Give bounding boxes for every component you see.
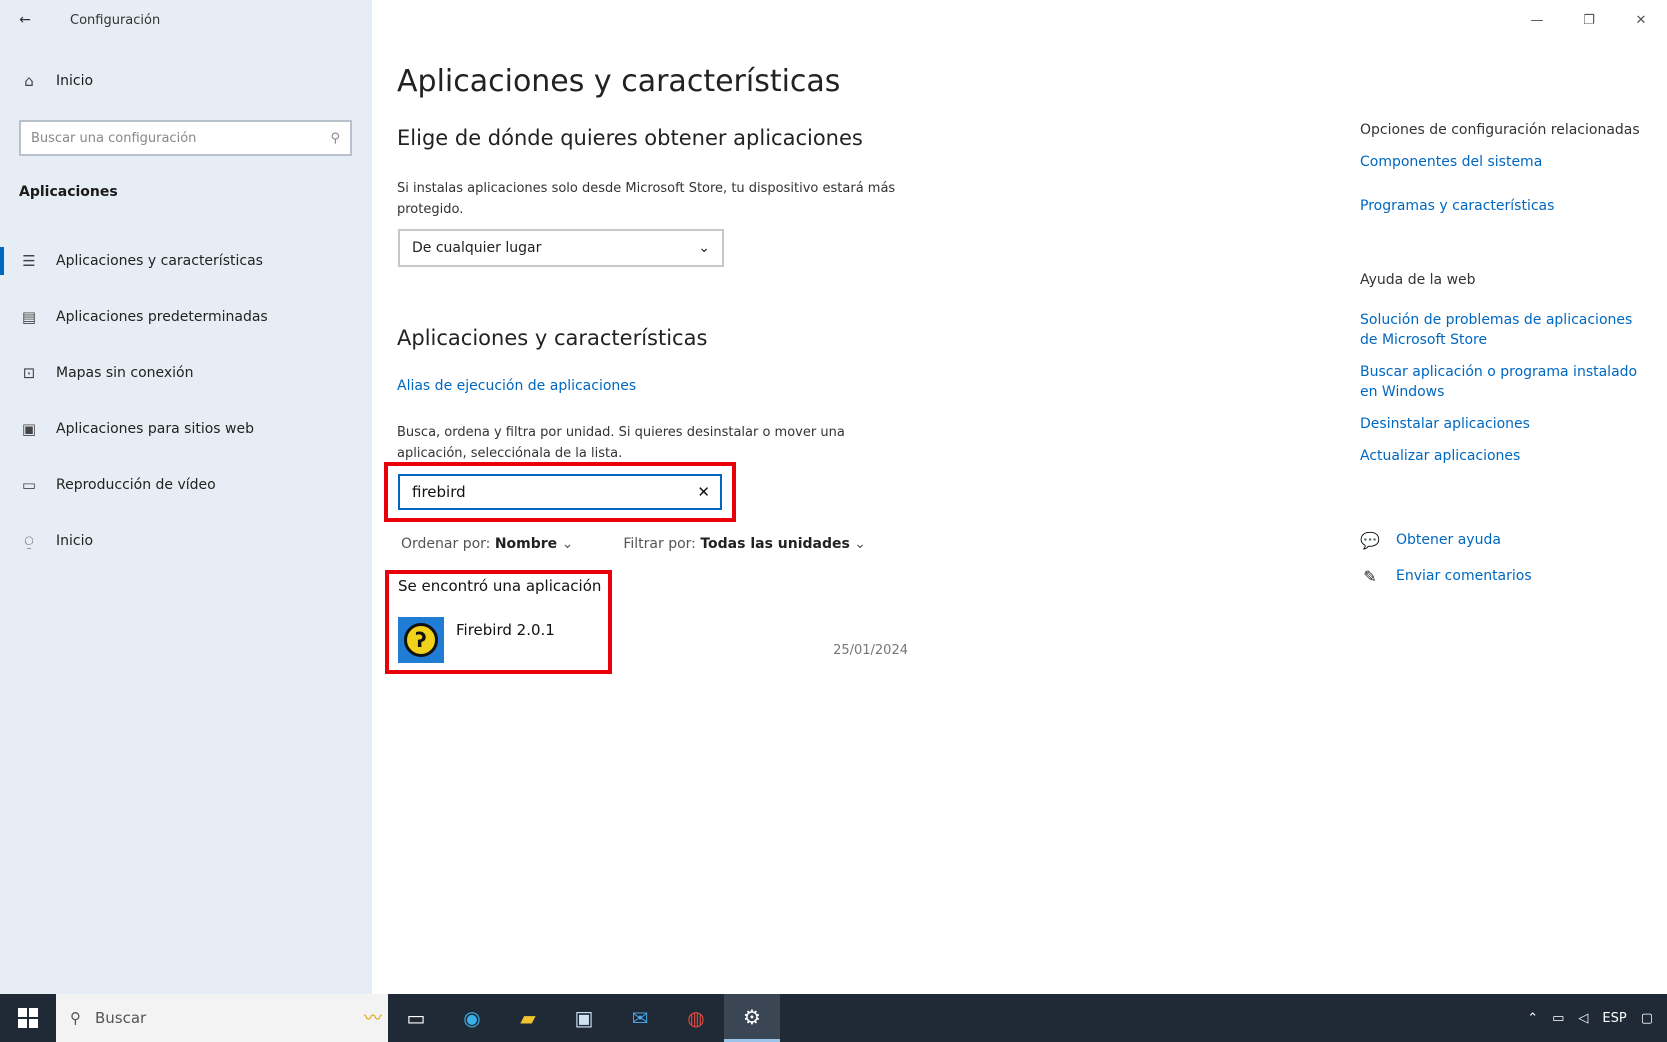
app-name: Firebird 2.0.1 (456, 621, 555, 639)
sort-filter-row: Ordenar por: Nombre ⌄ Filtrar por: Todas… (401, 536, 866, 552)
system-components-link[interactable]: Componentes del sistema (1360, 152, 1650, 172)
clear-search-icon[interactable]: ✕ (697, 483, 710, 501)
app-source-dropdown[interactable]: De cualquier lugar ⌄ (398, 229, 724, 267)
store-icon[interactable]: ▣ (556, 994, 612, 1042)
chevron-up-icon[interactable]: ⌃ (1527, 1011, 1538, 1026)
app-date: 25/01/2024 (833, 643, 908, 658)
sidebar-item-label: Mapas sin conexión (56, 365, 194, 381)
filter-dropdown[interactable]: Filtrar por: Todas las unidades ⌄ (623, 536, 866, 552)
feedback-label: Enviar comentarios (1396, 568, 1532, 584)
chevron-down-icon: ⌄ (698, 240, 710, 256)
sidebar-item-apps-features[interactable]: ☰ Aplicaciones y características (0, 233, 372, 289)
source-description: Si instalas aplicaciones solo desde Micr… (397, 181, 896, 217)
web-help-link-update[interactable]: Actualizar aplicaciones (1360, 446, 1650, 466)
window-title: Configuración (70, 12, 161, 28)
app-search-value: firebird (412, 483, 466, 501)
chevron-down-icon: ⌄ (854, 536, 867, 552)
sort-label: Ordenar por: (401, 536, 491, 552)
volume-icon[interactable]: ◁ (1578, 1011, 1588, 1026)
sidebar-item-label: Inicio (56, 533, 94, 549)
settings-icon[interactable]: ⚙ (724, 994, 780, 1042)
app-search-input[interactable]: firebird ✕ (398, 474, 722, 510)
web-help-link-uninstall[interactable]: Desinstalar aplicaciones (1360, 414, 1650, 434)
sort-dropdown[interactable]: Ordenar por: Nombre ⌄ (401, 536, 573, 552)
close-button[interactable]: ✕ (1615, 0, 1667, 40)
apps-heading: Aplicaciones y características (397, 326, 708, 350)
home-link[interactable]: ⌂ Inicio (20, 72, 93, 90)
sidebar-item-default-apps[interactable]: ▤ Aplicaciones predeterminadas (0, 289, 372, 345)
default-apps-icon: ▤ (21, 308, 37, 326)
system-tray: ⌃ ▭ ◁ ESP ▢ (1527, 1011, 1667, 1026)
maximize-icon: ❐ (1583, 12, 1595, 28)
get-help-link[interactable]: 💬 Obtener ayuda (1360, 530, 1650, 550)
sidebar-item-offline-maps[interactable]: ⊡ Mapas sin conexión (0, 345, 372, 401)
sidebar-item-label: Aplicaciones predeterminadas (56, 309, 268, 325)
file-explorer-icon[interactable]: ▰ (500, 994, 556, 1042)
feedback-icon: ✎ (1363, 566, 1377, 586)
sidebar-nav: ☰ Aplicaciones y características ▤ Aplic… (0, 233, 372, 569)
filter-value: Todas las unidades (700, 536, 850, 552)
sidebar-item-websites-apps[interactable]: ▣ Aplicaciones para sitios web (0, 401, 372, 457)
chat-help-icon: 💬 (1360, 530, 1380, 550)
sidebar-item-startup[interactable]: ⍜ Inicio (0, 513, 372, 569)
feedback-link[interactable]: ✎ Enviar comentarios (1360, 566, 1650, 586)
page-title: Aplicaciones y características (397, 64, 841, 99)
taskbar-search[interactable]: ⚲ Buscar 〰 (56, 994, 388, 1042)
apps-list-icon: ☰ (22, 252, 36, 270)
task-view-icon[interactable]: ▭ (388, 994, 444, 1042)
close-icon: ✕ (1635, 12, 1647, 28)
get-help-label: Obtener ayuda (1396, 532, 1501, 548)
network-icon[interactable]: ▭ (1552, 1011, 1564, 1026)
windows-logo-icon (18, 1008, 38, 1028)
start-button[interactable] (0, 994, 56, 1042)
web-help-link-store[interactable]: Solución de problemas de aplicaciones de… (1360, 310, 1650, 350)
minimize-icon: — (1530, 12, 1544, 28)
sidebar-item-label: Reproducción de vídeo (56, 477, 216, 493)
sidebar-item-label: Aplicaciones para sitios web (56, 421, 254, 437)
result-count: Se encontró una aplicación (398, 577, 602, 595)
firebird-app-icon: ʔ (398, 617, 444, 663)
sidebar-section-title: Aplicaciones (19, 184, 118, 200)
dropdown-value: De cualquier lugar (412, 240, 542, 256)
language-indicator[interactable]: ESP (1602, 1011, 1626, 1026)
sidebar: ← Configuración ⌂ Inicio Buscar una conf… (0, 0, 372, 994)
chevron-down-icon: ⌄ (561, 536, 574, 552)
websites-apps-icon: ▣ (21, 420, 37, 438)
search-icon: ⚲ (70, 1009, 81, 1027)
settings-search-input[interactable]: Buscar una configuración ⚲ (19, 120, 352, 156)
settings-search-placeholder: Buscar una configuración (31, 130, 197, 146)
offline-maps-icon: ⊡ (22, 364, 36, 382)
video-playback-icon: ▭ (21, 476, 37, 494)
related-settings-panel: Opciones de configuración relacionadas C… (1360, 120, 1650, 586)
related-heading: Opciones de configuración relacionadas (1360, 122, 1640, 138)
source-heading: Elige de dónde quieres obtener aplicacio… (397, 126, 863, 150)
minimize-button[interactable]: — (1511, 0, 1563, 40)
list-item[interactable]: ʔ Firebird 2.0.1 25/01/2024 (398, 617, 908, 665)
sort-value: Nombre (494, 536, 558, 552)
filter-label: Filtrar por: (623, 536, 696, 552)
back-button[interactable]: ← (0, 0, 50, 40)
title-bar: ← Configuración (0, 0, 160, 40)
maximize-button[interactable]: ❐ (1563, 0, 1615, 40)
notifications-icon[interactable]: ▢ (1641, 1011, 1653, 1026)
app-aliases-link[interactable]: Alias de ejecución de aplicaciones (397, 378, 636, 394)
programs-features-link[interactable]: Programas y características (1360, 196, 1650, 216)
taskbar: ⚲ Buscar 〰 ▭ ◉ ▰ ▣ ✉ ◍ ⚙ ⌃ ▭ ◁ ESP ▢ (0, 994, 1667, 1042)
search-highlight-icon: 〰 (364, 1008, 382, 1029)
startup-icon: ⍜ (24, 532, 34, 550)
taskbar-search-placeholder: Buscar (95, 1009, 147, 1027)
sidebar-item-label: Aplicaciones y características (56, 253, 263, 269)
back-arrow-icon: ← (19, 12, 31, 28)
web-help-heading: Ayuda de la web (1360, 272, 1476, 288)
sidebar-item-video-playback[interactable]: ▭ Reproducción de vídeo (0, 457, 372, 513)
search-description: Busca, ordena y filtra por unidad. Si qu… (397, 425, 845, 461)
window-controls: — ❐ ✕ (1511, 0, 1667, 40)
mail-icon[interactable]: ✉ (612, 994, 668, 1042)
home-label: Inicio (56, 73, 94, 89)
web-help-link-find[interactable]: Buscar aplicación o programa instalado e… (1360, 362, 1650, 402)
home-icon: ⌂ (24, 72, 34, 90)
chrome-icon[interactable]: ◍ (668, 994, 724, 1042)
search-icon: ⚲ (330, 130, 340, 146)
edge-icon[interactable]: ◉ (444, 994, 500, 1042)
